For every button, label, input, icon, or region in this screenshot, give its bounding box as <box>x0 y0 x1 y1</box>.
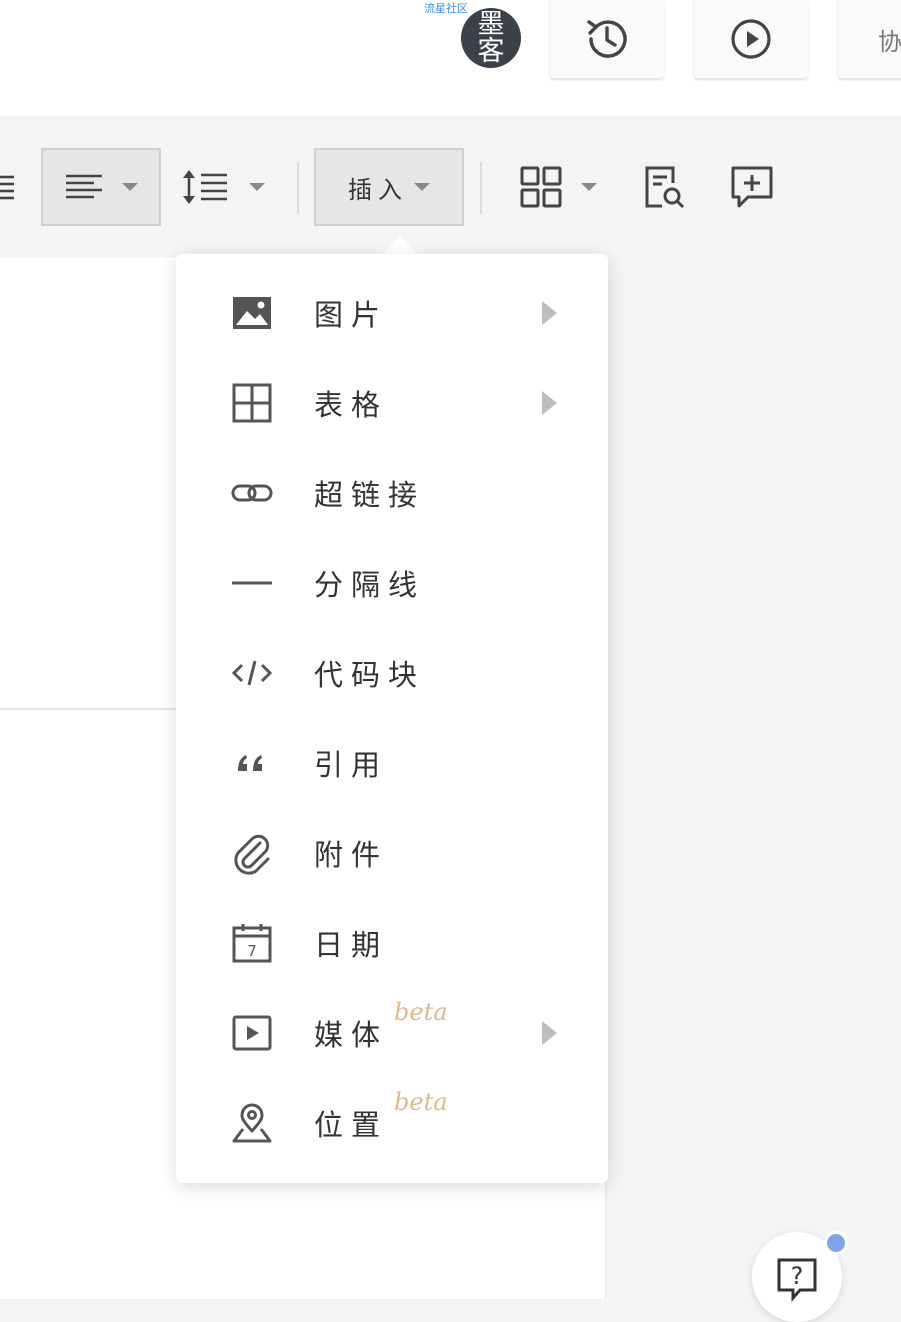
help-icon: ? <box>777 1258 817 1302</box>
menu-item-quote[interactable]: 引用 <box>176 718 608 808</box>
menu-item-code-block[interactable]: 代码块 <box>176 628 608 718</box>
image-icon <box>228 289 276 337</box>
menu-item-media[interactable]: 媒体 beta <box>176 988 608 1078</box>
table-icon <box>228 379 276 427</box>
toolbar-divider <box>297 162 299 214</box>
beta-badge: beta <box>394 1088 448 1116</box>
menu-item-location[interactable]: 位置 beta <box>176 1078 608 1168</box>
location-icon <box>228 1099 276 1147</box>
history-icon <box>587 20 627 58</box>
present-button[interactable] <box>694 0 808 78</box>
chevron-right-icon <box>542 301 557 325</box>
calendar-icon: 7 <box>228 919 276 967</box>
avatar[interactable]: 墨 客 <box>461 8 521 68</box>
menu-item-label: 位置 <box>314 1108 389 1142</box>
divider-icon <box>228 559 276 607</box>
chevron-down-icon <box>581 183 597 191</box>
chevron-down-icon <box>122 183 138 191</box>
layout-dropdown[interactable] <box>512 148 604 226</box>
toolbar-divider <box>480 162 482 214</box>
insert-menu: 图片 表格 超链接 分隔线 代码块 引用 附件 7 日期 媒体 beta 位置 … <box>176 254 608 1183</box>
align-left-icon <box>66 174 102 199</box>
history-button[interactable] <box>550 0 664 78</box>
link-icon <box>228 469 276 517</box>
align-dropdown[interactable] <box>41 148 161 226</box>
menu-item-divider[interactable]: 分隔线 <box>176 538 608 628</box>
menu-item-label: 代码块 <box>314 658 426 692</box>
menu-item-label: 附件 <box>314 838 389 872</box>
chevron-down-icon <box>249 183 265 191</box>
code-icon <box>228 649 276 697</box>
menu-item-table[interactable]: 表格 <box>176 358 608 448</box>
brand-tag: 流星社区 <box>424 2 468 15</box>
avatar-text-top: 墨 <box>477 9 505 40</box>
document-rule <box>0 708 180 710</box>
find-document-icon <box>645 166 685 209</box>
collaborate-label: 协 <box>878 27 901 56</box>
chevron-right-icon <box>542 391 557 415</box>
menu-item-image[interactable]: 图片 <box>176 268 608 358</box>
menu-item-label: 引用 <box>314 748 389 782</box>
top-header: 流星社区 墨 客 协 <box>0 0 901 116</box>
menu-pointer <box>381 236 419 255</box>
line-height-dropdown[interactable] <box>172 148 272 226</box>
collaborate-button[interactable]: 协 <box>838 0 901 78</box>
calendar-day: 7 <box>247 942 257 960</box>
line-height-icon <box>183 170 227 204</box>
menu-item-link[interactable]: 超链接 <box>176 448 608 538</box>
grid-layout-icon <box>520 166 562 208</box>
attachment-icon <box>228 829 276 877</box>
help-label: ? <box>791 1262 804 1290</box>
quote-icon <box>228 739 276 787</box>
menu-item-label: 超链接 <box>314 478 426 512</box>
list-button[interactable] <box>0 148 18 226</box>
play-circle-icon <box>731 19 771 59</box>
menu-item-label: 图片 <box>314 298 389 332</box>
notification-dot <box>824 1231 848 1255</box>
menu-item-label: 分隔线 <box>314 568 426 602</box>
menu-item-date[interactable]: 7 日期 <box>176 898 608 988</box>
menu-item-label: 表格 <box>314 388 389 422</box>
find-button[interactable] <box>636 148 692 226</box>
avatar-text-bottom: 客 <box>477 36 505 67</box>
list-icon <box>0 175 14 200</box>
insert-label: 插入 <box>348 175 408 204</box>
add-comment-icon <box>731 166 773 208</box>
menu-item-attachment[interactable]: 附件 <box>176 808 608 898</box>
media-icon <box>228 1009 276 1057</box>
beta-badge: beta <box>394 998 448 1026</box>
chevron-right-icon <box>542 1021 557 1045</box>
comment-button[interactable] <box>724 148 780 226</box>
chevron-down-icon <box>414 183 430 191</box>
menu-item-label: 日期 <box>314 928 389 962</box>
insert-dropdown[interactable]: 插入 <box>314 148 464 226</box>
menu-item-label: 媒体 <box>314 1018 389 1052</box>
